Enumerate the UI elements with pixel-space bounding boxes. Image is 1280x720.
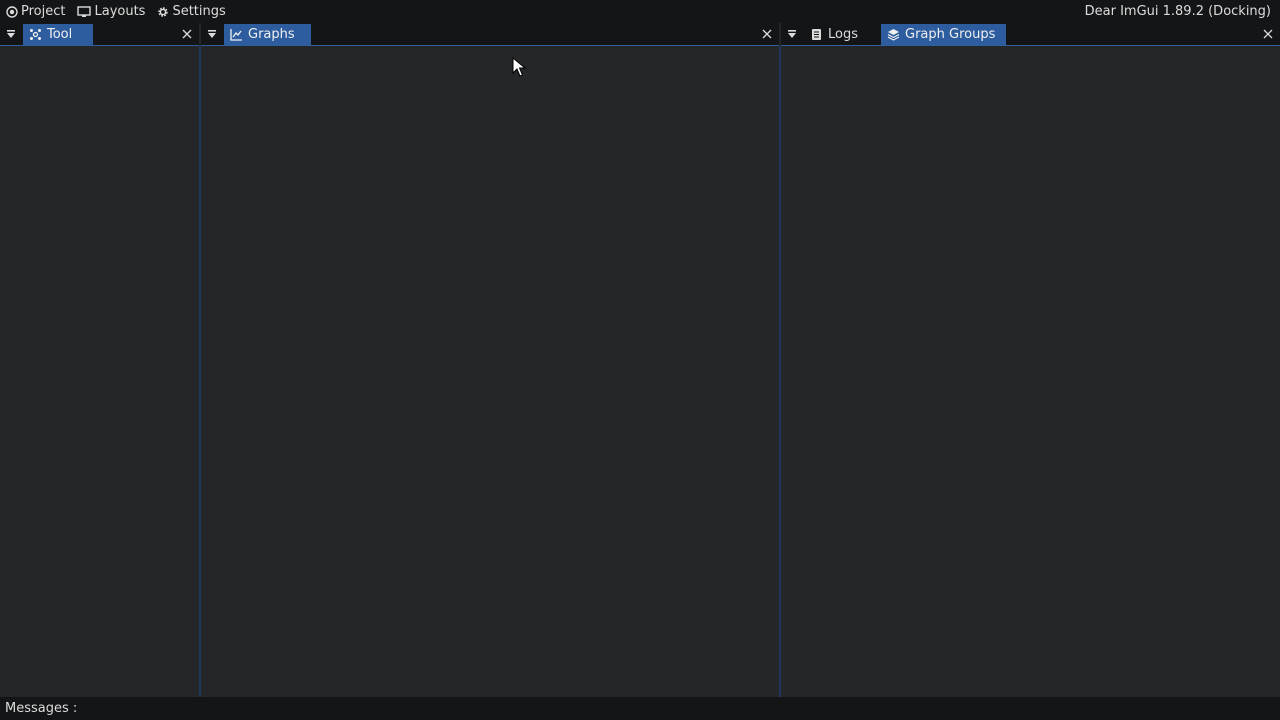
status-bar: Messages :: [0, 697, 1280, 720]
graphs-dock-tabbar: Graphs: [201, 23, 779, 46]
tab-graph-groups[interactable]: Graph Groups: [881, 24, 1006, 45]
right-dock-close-button[interactable]: [1258, 23, 1278, 45]
messages-label: Messages :: [5, 701, 78, 716]
list-icon: [810, 28, 823, 41]
menu-settings-label: Settings: [172, 4, 226, 19]
dock-menu-icon: [208, 30, 216, 38]
menu-project[interactable]: Project: [0, 0, 71, 23]
tab-graphs-label: Graphs: [248, 27, 295, 42]
tab-logs-label: Logs: [828, 27, 858, 42]
layers-icon: [887, 28, 900, 41]
tab-tool-label: Tool: [47, 27, 73, 42]
tool-panel: [0, 46, 199, 697]
graphs-dock-close-button[interactable]: [757, 23, 777, 45]
graph-groups-panel: [781, 46, 1280, 697]
close-icon: [182, 29, 192, 39]
menu-settings[interactable]: Settings: [151, 0, 231, 23]
tab-graph-groups-label: Graph Groups: [905, 27, 996, 42]
graphs-dock-menu-button[interactable]: [202, 23, 222, 45]
network-icon: [29, 28, 42, 41]
menu-layouts-label: Layouts: [94, 4, 146, 19]
close-icon: [762, 29, 772, 39]
dock-menu-icon: [7, 30, 15, 38]
graphs-panel: [201, 46, 779, 697]
tool-dock-menu-button[interactable]: [1, 23, 21, 45]
circle-dot-icon: [6, 5, 18, 18]
tab-tool[interactable]: Tool: [23, 24, 93, 45]
menu-layouts[interactable]: Layouts: [71, 0, 151, 23]
close-icon: [1263, 29, 1273, 39]
dock-menu-icon: [788, 30, 796, 38]
menu-bar: Project Layouts Settings Dear ImGui 1.89…: [0, 0, 1280, 23]
right-dock-menu-button[interactable]: [782, 23, 802, 45]
right-dock-tabbar: Logs Graph Groups: [781, 23, 1280, 46]
tool-dock-close-button[interactable]: [177, 23, 197, 45]
monitor-icon: [77, 5, 92, 18]
gear-icon: [157, 6, 169, 18]
tab-logs[interactable]: Logs: [804, 24, 879, 45]
line-chart-icon: [230, 28, 243, 41]
mouse-cursor-icon: [512, 57, 526, 77]
menu-project-label: Project: [21, 4, 66, 19]
tool-dock-tabbar: Tool: [0, 23, 199, 46]
version-label: Dear ImGui 1.89.2 (Docking): [1084, 4, 1271, 19]
tab-graphs[interactable]: Graphs: [224, 24, 311, 45]
